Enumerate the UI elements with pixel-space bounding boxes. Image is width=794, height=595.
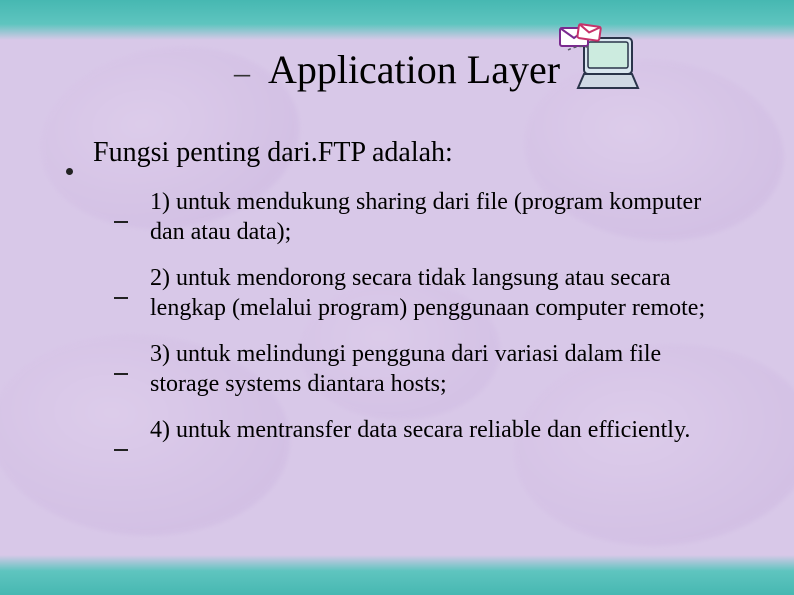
dash-icon [114,297,128,299]
list-item: 1) untuk mendukung sharing dari file (pr… [114,187,734,247]
dash-icon [114,449,128,451]
sub-bullet-text: 2) untuk mendorong secara tidak langsung… [150,263,734,323]
dash-icon [114,221,128,223]
list-item: 3) untuk melindungi pengguna dari varias… [114,339,734,399]
title-row: – Application Layer [40,46,754,93]
main-bullet: Fungsi penting dari.FTP adalah: [66,137,754,169]
sub-bullet-list: 1) untuk mendukung sharing dari file (pr… [114,187,734,445]
title-dash: – [234,54,250,91]
slide-title: Application Layer [268,46,560,93]
bullet-dot-icon [66,168,73,175]
dash-icon [114,373,128,375]
main-bullet-text: Fungsi penting dari.FTP adalah: [93,137,453,169]
sub-bullet-text: 1) untuk mendukung sharing dari file (pr… [150,187,734,247]
slide-content: – Application Layer Fungsi penting dari.… [0,0,794,491]
list-item: 2) untuk mendorong secara tidak langsung… [114,263,734,323]
sub-bullet-text: 4) untuk mentransfer data secara reliabl… [150,415,690,445]
sub-bullet-text: 3) untuk melindungi pengguna dari varias… [150,339,734,399]
list-item: 4) untuk mentransfer data secara reliabl… [114,415,734,445]
